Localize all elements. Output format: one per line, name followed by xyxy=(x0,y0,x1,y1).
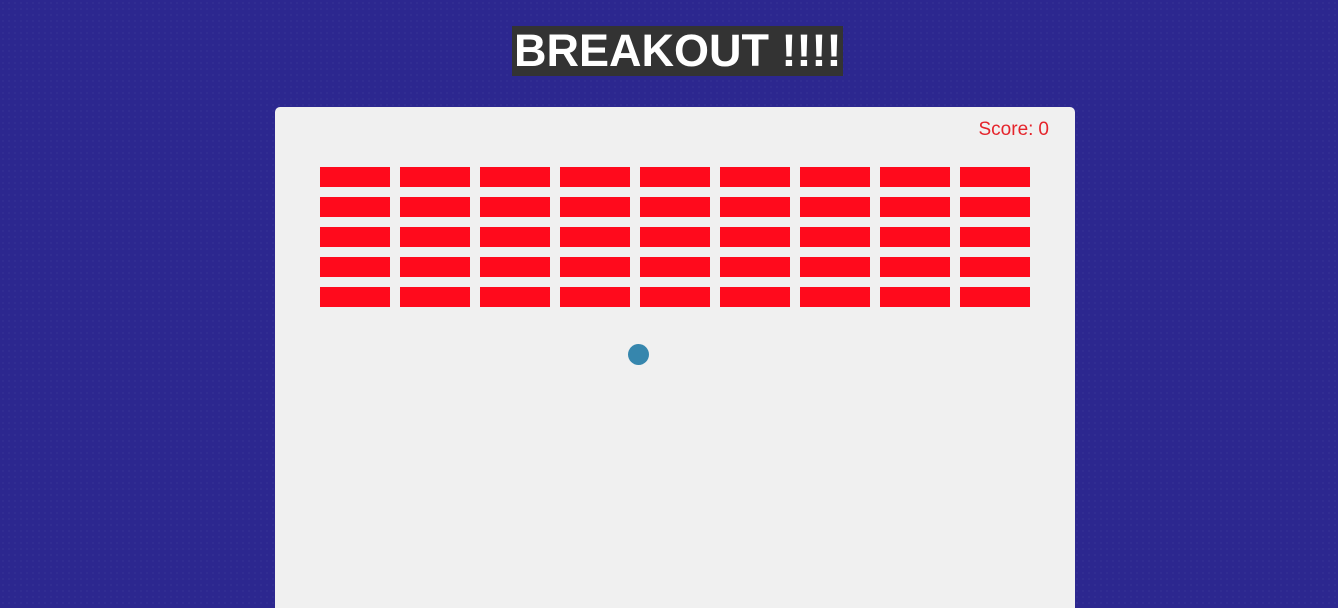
brick xyxy=(640,197,710,217)
brick xyxy=(400,227,470,247)
brick xyxy=(960,257,1030,277)
brick xyxy=(560,197,630,217)
brick xyxy=(720,257,790,277)
brick xyxy=(800,197,870,217)
brick xyxy=(400,287,470,307)
game-canvas[interactable]: Score: 0 xyxy=(275,107,1075,608)
brick xyxy=(480,287,550,307)
brick xyxy=(480,257,550,277)
brick xyxy=(960,227,1030,247)
brick xyxy=(720,167,790,187)
brick xyxy=(640,227,710,247)
brick xyxy=(560,167,630,187)
brick xyxy=(480,227,550,247)
brick xyxy=(880,167,950,187)
brick xyxy=(880,287,950,307)
brick xyxy=(400,257,470,277)
brick xyxy=(880,257,950,277)
brick xyxy=(800,167,870,187)
brick xyxy=(640,257,710,277)
brick xyxy=(640,167,710,187)
brick xyxy=(960,167,1030,187)
brick xyxy=(320,257,390,277)
brick xyxy=(320,197,390,217)
brick xyxy=(960,197,1030,217)
brick xyxy=(720,287,790,307)
brick xyxy=(960,287,1030,307)
brick xyxy=(560,287,630,307)
brick xyxy=(320,167,390,187)
brick xyxy=(400,197,470,217)
brick xyxy=(400,167,470,187)
brick xyxy=(560,227,630,247)
brick xyxy=(320,227,390,247)
brick xyxy=(800,227,870,247)
brick xyxy=(480,197,550,217)
score-display: Score: 0 xyxy=(979,119,1050,141)
brick xyxy=(800,287,870,307)
brick xyxy=(480,167,550,187)
brick xyxy=(880,227,950,247)
brick xyxy=(560,257,630,277)
ball xyxy=(628,344,649,365)
brick xyxy=(800,257,870,277)
score-label: Score: xyxy=(978,119,1034,140)
brick xyxy=(720,227,790,247)
brick xyxy=(320,287,390,307)
brick xyxy=(720,197,790,217)
brick xyxy=(640,287,710,307)
score-value: 0 xyxy=(1038,119,1049,140)
brick xyxy=(880,197,950,217)
game-title: BREAKOUT !!!! xyxy=(512,25,844,76)
